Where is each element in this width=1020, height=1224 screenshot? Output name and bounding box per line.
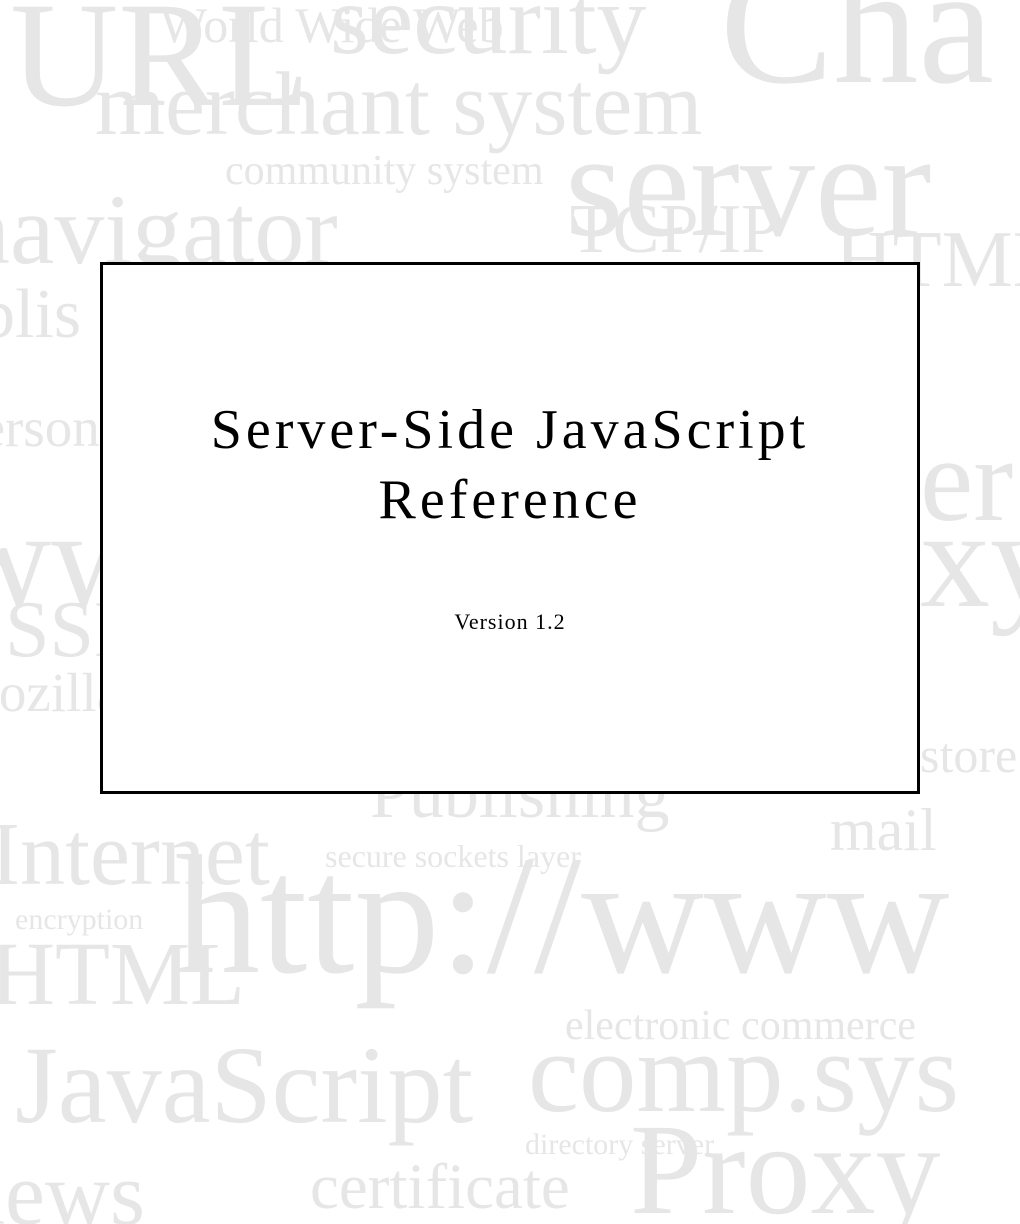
bg-word: news: [0, 1150, 145, 1224]
bg-word: JavaScript: [15, 1030, 473, 1140]
title-panel: Server-Side JavaScript Reference Version…: [100, 262, 920, 794]
document-title: Server-Side JavaScript Reference: [103, 395, 917, 535]
bg-word: TCP/IP: [570, 195, 780, 265]
bg-word: Cha: [720, 0, 994, 110]
bg-word: Proxy: [630, 1105, 941, 1224]
bg-word: xy: [920, 490, 1020, 630]
bg-word: store: [920, 730, 1017, 780]
document-version: Version 1.2: [103, 609, 917, 635]
bg-word: certificate: [310, 1155, 570, 1220]
bg-word: HTML: [0, 930, 245, 1020]
bg-word: blis: [0, 280, 81, 350]
bg-word: http://www: [175, 830, 949, 1000]
